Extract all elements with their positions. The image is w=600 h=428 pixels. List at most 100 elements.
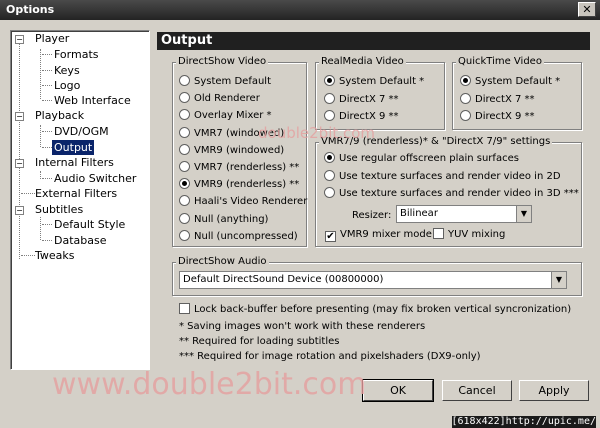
- directshow-video-option[interactable]: Haali's Video Renderer: [179, 194, 307, 210]
- page-title: Output: [157, 32, 590, 50]
- watermark-large: www.double2bit.com: [52, 367, 367, 402]
- radio-icon: [179, 229, 190, 241]
- radio-icon: [179, 195, 190, 207]
- realmedia-video-option[interactable]: System Default *: [324, 74, 424, 90]
- quicktime-video-option[interactable]: DirectX 7 **: [460, 92, 535, 108]
- directshow-video-option[interactable]: VMR7 (windowed): [179, 126, 284, 142]
- chevron-down-icon: ▼: [551, 272, 566, 288]
- radio-label: Use texture surfaces and render video in…: [339, 188, 579, 199]
- yuv-mixing-checkbox[interactable]: YUV mixing: [433, 227, 505, 243]
- quicktime-video-option[interactable]: DirectX 9 **: [460, 109, 535, 125]
- tree-item-external-filters[interactable]: External Filters: [35, 186, 117, 201]
- radio-label: System Default *: [475, 76, 561, 87]
- realmedia-video-option[interactable]: DirectX 9 **: [324, 109, 399, 125]
- close-button[interactable]: ✕: [578, 2, 596, 17]
- radio-icon: [179, 126, 190, 138]
- image-caption: [618x422]http://upic.me/: [451, 416, 596, 428]
- resizer-value: Bilinear: [400, 208, 438, 219]
- realmedia-video-option[interactable]: DirectX 7 **: [324, 92, 399, 108]
- radio-icon: [460, 75, 471, 86]
- radio-label: System Default: [194, 76, 272, 87]
- radio-label: Null (anything): [194, 213, 269, 225]
- radio-icon: [324, 169, 335, 181]
- expand-player-icon[interactable]: −: [15, 35, 24, 44]
- ok-button[interactable]: OK: [362, 379, 434, 402]
- radio-label: Use regular offscreen plain surfaces: [339, 153, 519, 164]
- radio-label: Old Renderer: [194, 93, 260, 105]
- radio-icon: [324, 187, 335, 198]
- vmr9-mixer-checkbox[interactable]: ✔ VMR9 mixer mode: [325, 227, 432, 243]
- vmr-settings-option[interactable]: Use texture surfaces and render video in…: [324, 169, 561, 185]
- tree-item-logo[interactable]: Logo: [54, 78, 80, 93]
- radio-label: Use texture surfaces and render video in…: [339, 170, 561, 182]
- lock-backbuffer-checkbox[interactable]: Lock back-buffer before presenting (may …: [179, 302, 571, 318]
- radio-label: DirectX 7 **: [339, 93, 399, 105]
- vmr9-mixer-check-icon: ✔: [325, 231, 336, 242]
- directshow-video-option[interactable]: VMR9 (renderless) **: [179, 177, 299, 193]
- radio-icon: [179, 161, 190, 172]
- radio-label: Null (uncompressed): [194, 230, 298, 242]
- tree-item-database[interactable]: Database: [54, 233, 107, 248]
- directshow-video-option[interactable]: VMR9 (windowed): [179, 143, 284, 159]
- tree-item-web-interface[interactable]: Web Interface: [54, 93, 131, 108]
- directshow-video-option[interactable]: Old Renderer: [179, 91, 260, 107]
- vmr-settings-option[interactable]: Use regular offscreen plain surfaces: [324, 151, 519, 167]
- radio-label: Overlay Mixer *: [194, 110, 272, 122]
- vmr9-mixer-label: VMR9 mixer mode: [340, 229, 432, 240]
- expand-subtitles-icon[interactable]: −: [15, 206, 24, 215]
- close-icon: ✕: [582, 3, 592, 16]
- resizer-label: Resizer:: [352, 210, 392, 221]
- directshow-video-option[interactable]: Null (anything): [179, 212, 268, 228]
- window-title: Options: [6, 3, 55, 16]
- note-saving-images: * Saving images won't work with these re…: [179, 321, 426, 332]
- tree-item-audio-switcher[interactable]: Audio Switcher: [54, 171, 136, 186]
- lock-backbuffer-box: [179, 303, 190, 314]
- quicktime-video-option[interactable]: System Default *: [460, 74, 560, 90]
- tree-item-internal-filters[interactable]: Internal Filters: [35, 155, 114, 170]
- tree-item-tweaks[interactable]: Tweaks: [35, 248, 75, 263]
- realmedia-video-label: RealMedia Video: [319, 56, 406, 68]
- radio-icon: [179, 109, 190, 121]
- radio-icon: [460, 92, 471, 104]
- directshow-video-option[interactable]: System Default: [179, 74, 271, 90]
- cancel-button[interactable]: Cancel: [442, 380, 512, 401]
- tree-item-dvd-ogm[interactable]: DVD/OGM: [54, 124, 109, 139]
- directshow-video-option[interactable]: VMR7 (renderless) **: [179, 160, 299, 176]
- note-loading-subtitles: ** Required for loading subtitles: [179, 336, 340, 347]
- quicktime-video-label: QuickTime Video: [456, 56, 544, 68]
- title-bar[interactable]: Options ✕: [0, 0, 600, 20]
- note-image-rotation: *** Required for image rotation and pixe…: [179, 351, 481, 362]
- audio-device-select[interactable]: Default DirectSound Device (00800000) ▼: [179, 271, 567, 289]
- radio-label: System Default *: [339, 76, 425, 87]
- radio-label: DirectX 7 **: [475, 93, 535, 105]
- tree-item-default-style[interactable]: Default Style: [54, 217, 125, 232]
- options-window: Options ✕ − Player Formats Keys Logo Web…: [0, 0, 600, 428]
- radio-label: VMR9 (renderless) **: [194, 179, 300, 191]
- expand-internal-filters-icon[interactable]: −: [15, 159, 24, 168]
- radio-icon: [324, 152, 335, 163]
- radio-label: DirectX 9 **: [339, 111, 399, 122]
- options-tree[interactable]: − Player Formats Keys Logo Web Interface…: [10, 30, 150, 370]
- radio-icon: [179, 212, 190, 224]
- tree-item-keys[interactable]: Keys: [54, 63, 80, 78]
- radio-icon: [179, 92, 190, 104]
- tree-item-output[interactable]: Output: [52, 140, 95, 155]
- directshow-audio-label: DirectShow Audio: [176, 256, 269, 268]
- tree-item-player[interactable]: Player: [35, 31, 69, 46]
- tree-item-subtitles[interactable]: Subtitles: [35, 202, 83, 217]
- tree-item-formats[interactable]: Formats: [54, 47, 99, 62]
- expand-playback-icon[interactable]: −: [15, 112, 24, 121]
- radio-icon: [324, 92, 335, 104]
- apply-button[interactable]: Apply: [519, 380, 589, 401]
- radio-icon: [179, 178, 190, 190]
- resizer-select[interactable]: Bilinear ▼: [396, 205, 532, 223]
- radio-label: DirectX 9 **: [475, 111, 535, 122]
- radio-icon: [324, 75, 335, 86]
- directshow-video-option[interactable]: Overlay Mixer *: [179, 108, 272, 124]
- radio-label: VMR9 (windowed): [194, 144, 285, 156]
- tree-item-playback[interactable]: Playback: [35, 108, 84, 123]
- vmr-settings-label: VMR7/9 (renderless)* & "DirectX 7/9" set…: [319, 136, 553, 148]
- vmr-settings-option[interactable]: Use texture surfaces and render video in…: [324, 186, 579, 202]
- directshow-video-option[interactable]: Null (uncompressed): [179, 229, 298, 245]
- directshow-video-label: DirectShow Video: [176, 56, 269, 68]
